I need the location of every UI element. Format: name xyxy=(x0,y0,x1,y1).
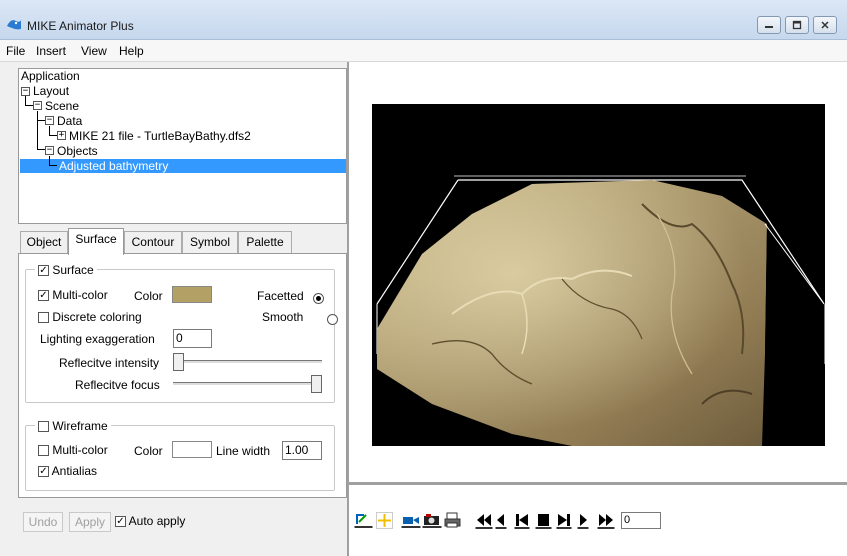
tree-item-data[interactable]: Data xyxy=(57,114,82,128)
wireframe-checkbox[interactable] xyxy=(38,421,49,433)
line-width-input[interactable]: 1.00 xyxy=(282,441,322,460)
expand-icon[interactable]: + xyxy=(57,131,66,140)
title-bar: MIKE Animator Plus xyxy=(0,0,847,40)
window-title: MIKE Animator Plus xyxy=(27,19,134,33)
surface-checkbox[interactable]: ✓ xyxy=(38,265,49,277)
intensity-slider-thumb[interactable] xyxy=(173,353,184,371)
antialias-checkbox[interactable]: ✓ xyxy=(38,466,49,478)
smooth-radio[interactable] xyxy=(327,314,339,326)
tree-item-adjusted-bathymetry[interactable]: Adjusted bathymetry xyxy=(59,159,168,173)
surface-panel: ✓ Surface ✓ Multi-color Color Facetted D… xyxy=(18,253,347,498)
menu-view[interactable]: View xyxy=(81,44,107,58)
antialias-toggle[interactable]: ✓ Antialias xyxy=(38,464,97,478)
focus-slider[interactable] xyxy=(173,382,322,386)
bathymetry-render xyxy=(376,175,825,446)
collapse-icon[interactable]: − xyxy=(21,87,30,96)
menu-file[interactable]: File xyxy=(6,44,25,58)
auto-apply-label: Auto apply xyxy=(128,514,186,528)
collapse-icon[interactable]: − xyxy=(33,101,42,110)
go-to-start-icon[interactable] xyxy=(514,512,530,529)
minimize-icon xyxy=(765,26,773,28)
smooth-label: Smooth xyxy=(262,310,304,324)
fast-forward-icon[interactable] xyxy=(597,512,615,529)
lighting-input[interactable]: 0 xyxy=(173,329,212,348)
tab-object[interactable]: Object xyxy=(20,231,68,253)
line-width-label: Line width xyxy=(216,444,271,458)
collapse-icon[interactable]: − xyxy=(45,116,54,125)
maximize-button[interactable] xyxy=(785,16,809,34)
step-back-icon[interactable] xyxy=(495,512,507,529)
tab-surface[interactable]: Surface xyxy=(68,228,124,255)
intensity-slider[interactable] xyxy=(173,360,322,364)
close-button[interactable] xyxy=(813,16,837,34)
lighting-label: Lighting exaggeration xyxy=(40,332,155,346)
record-video-icon[interactable] xyxy=(401,512,421,529)
auto-apply-toggle[interactable]: ✓ Auto apply xyxy=(115,514,185,528)
print-icon[interactable] xyxy=(444,512,461,529)
surface-group-toggle[interactable]: ✓ Surface xyxy=(35,263,97,277)
auto-apply-checkbox[interactable]: ✓ xyxy=(115,516,126,528)
tree-item-objects[interactable]: Objects xyxy=(57,144,98,158)
antialias-label: Antialias xyxy=(51,464,98,478)
focus-slider-thumb[interactable] xyxy=(311,375,322,393)
tab-symbol[interactable]: Symbol xyxy=(182,231,238,253)
focus-label: Reflecitve focus xyxy=(75,378,160,392)
tree-item-file[interactable]: MIKE 21 file - TurtleBayBathy.dfs2 xyxy=(69,129,251,143)
fast-rewind-icon[interactable] xyxy=(475,512,493,529)
stop-icon[interactable] xyxy=(535,512,552,529)
surface-color-swatch[interactable] xyxy=(172,286,212,303)
color-label: Color xyxy=(134,289,163,303)
wireframe-multicolor-checkbox[interactable] xyxy=(38,445,49,457)
surface-group-label: Surface xyxy=(52,263,94,277)
discrete-checkbox[interactable] xyxy=(38,312,49,324)
app-logo-icon xyxy=(7,20,21,30)
tree-item-application[interactable]: Application xyxy=(21,69,80,83)
minimize-button[interactable] xyxy=(757,16,781,34)
discrete-label: Discrete coloring xyxy=(52,310,142,324)
apply-bar: Undo Apply ✓ Auto apply xyxy=(18,505,347,537)
apply-button[interactable]: Apply xyxy=(69,512,111,532)
menu-insert[interactable]: Insert xyxy=(36,44,66,58)
tab-contour[interactable]: Contour xyxy=(124,231,182,253)
maximize-icon xyxy=(792,20,802,30)
undo-button[interactable]: Undo xyxy=(23,512,63,532)
surface-multicolor-toggle[interactable]: ✓ Multi-color xyxy=(38,288,108,302)
close-icon xyxy=(821,21,829,29)
add-light-icon[interactable] xyxy=(376,512,393,529)
snapshot-camera-icon[interactable] xyxy=(422,512,442,529)
edit-view-icon[interactable] xyxy=(354,512,374,529)
tree-item-scene[interactable]: Scene xyxy=(45,99,79,113)
facetted-label: Facetted xyxy=(257,289,304,303)
wireframe-multicolor-toggle[interactable]: Multi-color xyxy=(38,443,108,457)
3d-viewport[interactable] xyxy=(372,104,825,446)
wireframe-group-label: Wireframe xyxy=(52,419,108,433)
tree-item-layout[interactable]: Layout xyxy=(33,84,69,98)
collapse-icon[interactable]: − xyxy=(45,146,54,155)
play-icon[interactable] xyxy=(577,512,589,529)
tab-palette[interactable]: Palette xyxy=(238,231,292,253)
go-to-end-icon[interactable] xyxy=(556,512,572,529)
wireframe-multicolor-label: Multi-color xyxy=(52,443,108,457)
frame-number-input[interactable]: 0 xyxy=(621,512,661,529)
multicolor-label: Multi-color xyxy=(52,288,108,302)
multicolor-checkbox[interactable]: ✓ xyxy=(38,290,49,302)
wireframe-color-swatch[interactable] xyxy=(172,441,212,458)
wireframe-group-toggle[interactable]: Wireframe xyxy=(35,419,111,433)
menu-help[interactable]: Help xyxy=(119,44,144,58)
scene-tree[interactable]: Application − Layout − Scene − Data + MI… xyxy=(18,68,347,224)
wireframe-color-label: Color xyxy=(134,444,163,458)
intensity-label: Reflecitve intensity xyxy=(59,356,160,370)
property-tabs: Object Surface Contour Symbol Palette xyxy=(18,228,347,255)
menu-bar: File Insert View Help xyxy=(0,40,847,62)
discrete-coloring-toggle[interactable]: Discrete coloring xyxy=(38,310,142,324)
